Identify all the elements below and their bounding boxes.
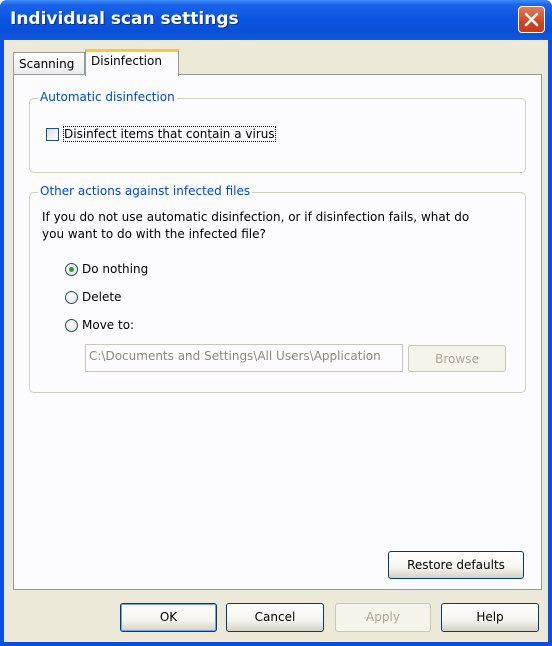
close-button[interactable] (518, 6, 545, 33)
dialog-window: Individual scan settings Scanning Disinf… (0, 0, 552, 646)
move-to-path-field[interactable]: C:\Documents and Settings\All Users\Appl… (85, 344, 403, 372)
tab-panel-disinfection: Automatic disinfection Disinfect items t… (13, 74, 542, 590)
tab-disinfection[interactable]: Disinfection (85, 49, 179, 76)
window-title: Individual scan settings (10, 9, 239, 29)
other-actions-description-line1: If you do not use automatic disinfection… (42, 210, 470, 224)
radio-selected-dot (69, 267, 74, 272)
other-actions-description-line2: you want to do with the infected file? (42, 227, 266, 241)
other-actions-legend: Other actions against infected files (38, 184, 253, 198)
delete-radio[interactable] (65, 291, 78, 304)
do-nothing-radio[interactable] (65, 263, 78, 276)
do-nothing-label[interactable]: Do nothing (82, 262, 148, 276)
apply-button[interactable]: Apply (335, 603, 431, 632)
other-actions-group: Other actions against infected files If … (29, 184, 526, 393)
cancel-button[interactable]: Cancel (226, 603, 324, 632)
tab-scanning[interactable]: Scanning (13, 52, 85, 74)
close-icon (524, 12, 539, 27)
ok-button[interactable]: OK (120, 603, 217, 632)
delete-label[interactable]: Delete (82, 290, 121, 304)
help-button[interactable]: Help (441, 603, 539, 632)
dialog-client: Scanning Disinfection Automatic disinfec… (4, 40, 548, 642)
disinfect-checkbox[interactable] (46, 128, 59, 141)
title-bar[interactable]: Individual scan settings (0, 0, 552, 40)
move-to-label[interactable]: Move to: (82, 318, 134, 332)
move-to-radio[interactable] (65, 319, 78, 332)
browse-button[interactable]: Browse (408, 345, 506, 372)
automatic-disinfection-group: Automatic disinfection Disinfect items t… (29, 90, 526, 173)
restore-defaults-button[interactable]: Restore defaults (388, 551, 524, 579)
automatic-disinfection-legend: Automatic disinfection (38, 90, 177, 104)
disinfect-checkbox-label[interactable]: Disinfect items that contain a virus (63, 126, 276, 142)
